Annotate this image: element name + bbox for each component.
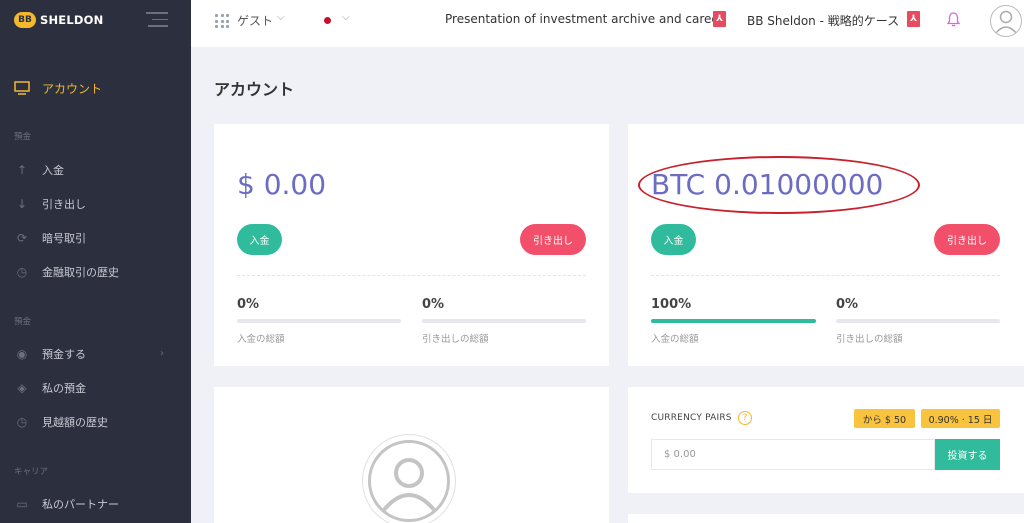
sidebar-item-label: アカウント bbox=[42, 81, 103, 96]
sidebar-item-label: 引き出し bbox=[42, 198, 86, 211]
btc-withdraw-progress bbox=[836, 319, 1000, 323]
sidebar-item-account[interactable]: アカウント bbox=[14, 78, 102, 98]
guest-menu[interactable]: ゲスト bbox=[237, 12, 273, 29]
profile-avatar-icon[interactable] bbox=[362, 434, 456, 523]
usd-deposit-progress bbox=[237, 319, 401, 323]
chevron-down-icon[interactable]: ⌵ bbox=[342, 12, 350, 23]
sidebar-item-label: 入金 bbox=[42, 164, 64, 177]
brand-logo: BB bbox=[14, 12, 36, 28]
divider bbox=[237, 275, 586, 276]
language-flag-icon[interactable] bbox=[324, 17, 331, 24]
red-highlight-oval bbox=[638, 156, 920, 214]
sidebar-item-label: 私のパートナー bbox=[42, 498, 119, 511]
btc-withdraw-percent: 0% bbox=[836, 297, 859, 312]
sidebar-item-deposit[interactable]: ↑ 入金 bbox=[14, 160, 64, 180]
folder-icon: ▭ bbox=[16, 497, 28, 511]
strategy-case-link[interactable]: BB Sheldon - 戦略的ケース bbox=[747, 12, 899, 29]
btc-deposit-button[interactable]: 入金 bbox=[651, 224, 696, 255]
pdf-icon[interactable]: ⅄ bbox=[713, 11, 726, 27]
btc-deposit-total-label: 入金の総額 bbox=[651, 334, 699, 345]
sidebar: BB SHELDON アカウント 預金 ↑ 入金 ↓ 引き出し ⟳ 暗号取引 ◷… bbox=[0, 0, 191, 523]
bell-icon[interactable] bbox=[946, 12, 961, 31]
sidebar-item-withdraw[interactable]: ↓ 引き出し bbox=[14, 194, 86, 214]
usd-withdraw-total-label: 引き出しの総額 bbox=[422, 334, 489, 345]
history-icon: ◷ bbox=[16, 415, 28, 429]
presentation-link[interactable]: Presentation of investment archive and c… bbox=[445, 12, 724, 26]
btc-deposit-percent: 100% bbox=[651, 297, 692, 312]
sidebar-item-my-deposits[interactable]: ◈ 私の預金 bbox=[14, 378, 86, 398]
piggy-bank-icon: ◉ bbox=[16, 347, 28, 361]
topbar: ゲスト ⌵ ⌵ Presentation of investment archi… bbox=[191, 0, 1024, 47]
sidebar-item-label: 見越額の歴史 bbox=[42, 416, 108, 429]
brand[interactable]: BB SHELDON bbox=[14, 10, 103, 30]
monitor-icon bbox=[14, 80, 30, 96]
usd-withdraw-button[interactable]: 引き出し bbox=[520, 224, 586, 255]
sidebar-item-accrual-history[interactable]: ◷ 見越額の歴史 bbox=[14, 412, 108, 432]
sidebar-item-label: 預金する bbox=[42, 348, 86, 361]
apps-grid-icon[interactable] bbox=[215, 14, 229, 28]
sidebar-item-transaction-history[interactable]: ◷ 金融取引の歴史 bbox=[14, 262, 119, 282]
exchange-icon: ⟳ bbox=[16, 231, 28, 245]
sidebar-item-label: 暗号取引 bbox=[42, 232, 86, 245]
min-amount-badge: から $ 50 bbox=[854, 409, 915, 428]
sidebar-section-title: キャリア bbox=[14, 467, 49, 477]
layers-icon: ◈ bbox=[17, 381, 27, 395]
sidebar-item-make-deposit[interactable]: ◉ 預金する bbox=[14, 344, 86, 364]
usd-deposit-percent: 0% bbox=[237, 297, 260, 312]
sidebar-item-label: 金融取引の歴史 bbox=[42, 266, 119, 279]
user-avatar-icon[interactable] bbox=[990, 5, 1022, 37]
progress-fill bbox=[651, 319, 816, 323]
usd-balance-amount: $ 0.00 bbox=[237, 168, 327, 201]
chevron-right-icon: › bbox=[160, 348, 164, 359]
menu-toggle-icon[interactable] bbox=[146, 12, 168, 28]
usd-deposit-total-label: 入金の総額 bbox=[237, 334, 285, 345]
history-icon: ◷ bbox=[16, 265, 28, 279]
sidebar-section-title: 預金 bbox=[14, 317, 32, 327]
brand-name: SHELDON bbox=[40, 13, 104, 27]
btc-withdraw-button[interactable]: 引き出し bbox=[934, 224, 1000, 255]
help-icon[interactable]: ? bbox=[738, 411, 752, 425]
rate-badge: 0.90% · 15 日 bbox=[921, 409, 1000, 428]
invest-amount-input[interactable]: $ 0.00 bbox=[651, 439, 935, 470]
divider bbox=[651, 275, 1000, 276]
sidebar-item-crypto-exchange[interactable]: ⟳ 暗号取引 bbox=[14, 228, 86, 248]
arrow-up-icon: ↑ bbox=[16, 163, 28, 177]
btc-deposit-progress bbox=[651, 319, 816, 323]
chevron-down-icon[interactable]: ⌵ bbox=[277, 12, 285, 23]
pdf-icon[interactable]: ⅄ bbox=[907, 11, 920, 27]
sidebar-item-label: 私の預金 bbox=[42, 382, 86, 395]
invest-button[interactable]: 投資する bbox=[935, 439, 1000, 470]
next-card bbox=[628, 514, 1024, 523]
currency-pairs-label: CURRENCY PAIRS bbox=[651, 413, 732, 423]
usd-deposit-button[interactable]: 入金 bbox=[237, 224, 282, 255]
btc-withdraw-total-label: 引き出しの総額 bbox=[836, 334, 903, 345]
page-title: アカウント bbox=[214, 80, 295, 99]
usd-withdraw-percent: 0% bbox=[422, 297, 445, 312]
sidebar-item-my-partners[interactable]: ▭ 私のパートナー bbox=[14, 494, 119, 514]
arrow-down-icon: ↓ bbox=[16, 197, 28, 211]
usd-withdraw-progress bbox=[422, 319, 586, 323]
sidebar-section-title: 預金 bbox=[14, 132, 32, 142]
